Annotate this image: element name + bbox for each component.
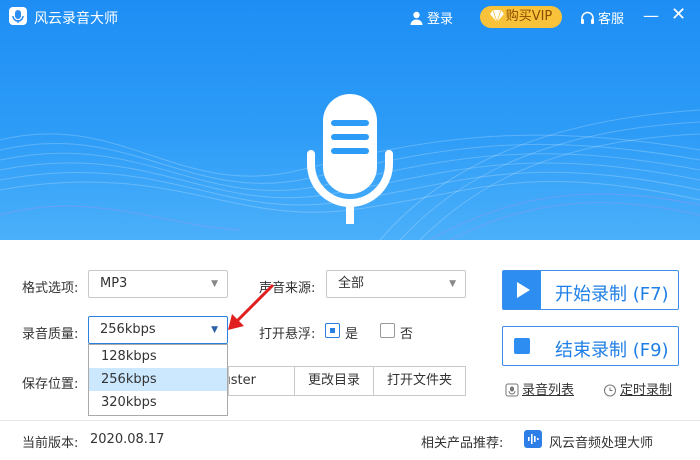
save-path-field[interactable]: uster (228, 366, 294, 396)
start-recording-label: 开始录制 (F7) (555, 284, 669, 305)
float-yes-label: 是 (345, 327, 359, 342)
close-button[interactable]: ✕ (671, 6, 689, 24)
change-directory-button[interactable]: 更改目录 (294, 366, 374, 396)
version-value: 2020.08.17 (90, 432, 165, 447)
source-select[interactable]: 全部 ▼ (326, 270, 466, 298)
quality-option[interactable]: 128kbps (89, 345, 227, 368)
headset-icon (580, 11, 595, 30)
related-product-link[interactable]: 风云音频处理大师 (549, 432, 653, 451)
quality-value: 256kbps (100, 322, 156, 337)
login-button[interactable]: 登录 (410, 8, 453, 29)
service-label: 客服 (598, 12, 625, 27)
start-recording-button[interactable]: 开始录制 (F7) (502, 270, 679, 310)
stop-recording-button[interactable]: 结束录制 (F9) (502, 326, 679, 366)
title-bar: 风云录音大师 登录 购买VIP 客服 — ✕ (0, 0, 700, 34)
play-icon (503, 271, 541, 309)
record-list-icon (505, 383, 519, 401)
chevron-down-icon: ▼ (211, 279, 218, 289)
microphone-icon (305, 92, 395, 236)
audio-app-icon[interactable] (524, 430, 542, 448)
arrow-pointer (220, 278, 280, 342)
float-no-label: 否 (400, 327, 414, 342)
chevron-down-icon: ▼ (449, 279, 456, 289)
quality-dropdown-list: 128kbps 256kbps 320kbps (88, 344, 228, 416)
schedule-label: 定时录制 (620, 383, 673, 398)
record-list-link[interactable]: 录音列表 (505, 379, 574, 401)
schedule-recording-link[interactable]: 定时录制 (603, 379, 672, 401)
quality-select[interactable]: 256kbps ▼ (88, 316, 228, 344)
stop-recording-label: 结束录制 (F9) (555, 340, 669, 361)
app-title: 风云录音大师 (34, 11, 118, 27)
format-label: 格式选项: (22, 281, 79, 296)
vip-label: 购买VIP (505, 9, 553, 24)
quality-label: 录音质量: (22, 327, 79, 342)
save-path-text: uster (229, 373, 256, 388)
float-yes-checkbox[interactable] (325, 323, 340, 338)
app-logo-icon (9, 7, 27, 25)
chevron-down-icon: ▼ (211, 325, 218, 335)
minimize-button[interactable]: — (643, 8, 659, 24)
record-list-label: 录音列表 (522, 383, 575, 398)
customer-service-button[interactable]: 客服 (580, 8, 624, 30)
related-products-label: 相关产品推荐: (421, 436, 504, 451)
clock-icon (603, 383, 617, 401)
open-folder-button[interactable]: 打开文件夹 (373, 366, 466, 396)
quality-option-selected[interactable]: 256kbps (89, 368, 227, 391)
format-select[interactable]: MP3 ▼ (88, 270, 228, 298)
login-label: 登录 (427, 12, 454, 27)
diamond-icon (489, 8, 504, 30)
stop-icon (503, 327, 541, 365)
source-value: 全部 (338, 276, 365, 291)
float-no-checkbox[interactable] (380, 323, 395, 338)
format-value: MP3 (100, 276, 128, 291)
user-icon (410, 11, 423, 29)
save-label: 保存位置: (22, 377, 79, 392)
quality-option[interactable]: 320kbps (89, 391, 227, 414)
version-label: 当前版本: (22, 436, 79, 451)
buy-vip-button[interactable]: 购买VIP (480, 6, 562, 28)
footer-divider (0, 420, 700, 421)
